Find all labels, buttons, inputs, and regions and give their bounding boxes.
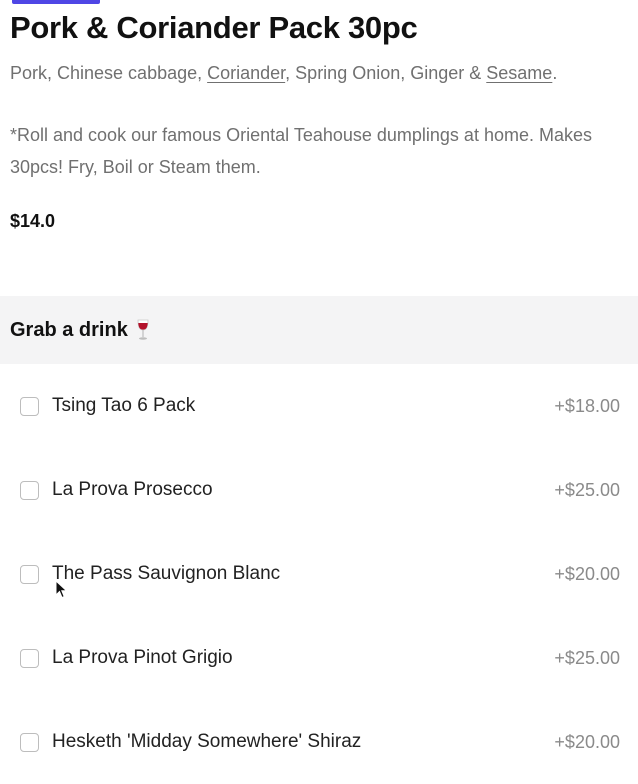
drinks-section-header: Grab a drink bbox=[0, 296, 638, 364]
drink-option[interactable]: Hesketh 'Midday Somewhere' Shiraz +$20.0… bbox=[0, 700, 638, 784]
product-description: *Roll and cook our famous Oriental Teaho… bbox=[10, 125, 592, 177]
drink-option-price: +$25.00 bbox=[554, 479, 620, 500]
drink-checkbox[interactable] bbox=[20, 648, 39, 668]
wine-glass-icon bbox=[137, 319, 149, 340]
top-accent-bar bbox=[12, 0, 100, 4]
drink-option-label: La Prova Prosecco bbox=[52, 479, 213, 500]
product-title: Pork & Coriander Pack 30pc bbox=[10, 10, 418, 45]
drink-option-price: +$18.00 bbox=[554, 395, 620, 416]
product-ingredients: Pork, Chinese cabbage, Coriander, Spring… bbox=[10, 58, 620, 89]
drink-options-list: Tsing Tao 6 Pack +$18.00 La Prova Prosec… bbox=[0, 364, 638, 784]
ingredients-text-3: . bbox=[552, 63, 558, 83]
drink-option-label: La Prova Pinot Grigio bbox=[52, 647, 233, 668]
ingredient-link-coriander[interactable]: Coriander bbox=[207, 63, 285, 83]
drinks-section-title: Grab a drink bbox=[10, 318, 128, 341]
drink-option-label: The Pass Sauvignon Blanc bbox=[52, 563, 281, 584]
drink-option[interactable]: The Pass Sauvignon Blanc +$20.00 bbox=[0, 532, 638, 616]
product-details: Pork & Coriander Pack 30pc Pork, Chinese… bbox=[10, 8, 620, 232]
ingredients-text-1: Pork, Chinese cabbage, bbox=[10, 63, 208, 83]
ingredients-text-2: , Spring Onion, Ginger & bbox=[285, 63, 487, 83]
ingredient-link-sesame[interactable]: Sesame bbox=[486, 63, 552, 83]
drink-option-label: Hesketh 'Midday Somewhere' Shiraz bbox=[52, 731, 362, 752]
drink-option[interactable]: La Prova Prosecco +$25.00 bbox=[0, 448, 638, 532]
product-price: $14.0 bbox=[10, 211, 56, 231]
drink-option-label: Tsing Tao 6 Pack bbox=[52, 395, 196, 416]
drink-option-price: +$20.00 bbox=[554, 563, 620, 584]
drink-checkbox[interactable] bbox=[20, 564, 39, 584]
drink-checkbox[interactable] bbox=[20, 480, 39, 500]
drink-option-price: +$25.00 bbox=[554, 647, 620, 668]
drink-option[interactable]: La Prova Pinot Grigio +$25.00 bbox=[0, 616, 638, 700]
drink-checkbox[interactable] bbox=[20, 396, 39, 416]
drink-option[interactable]: Tsing Tao 6 Pack +$18.00 bbox=[0, 364, 638, 448]
drink-option-price: +$20.00 bbox=[554, 731, 620, 752]
drink-checkbox[interactable] bbox=[20, 732, 39, 752]
